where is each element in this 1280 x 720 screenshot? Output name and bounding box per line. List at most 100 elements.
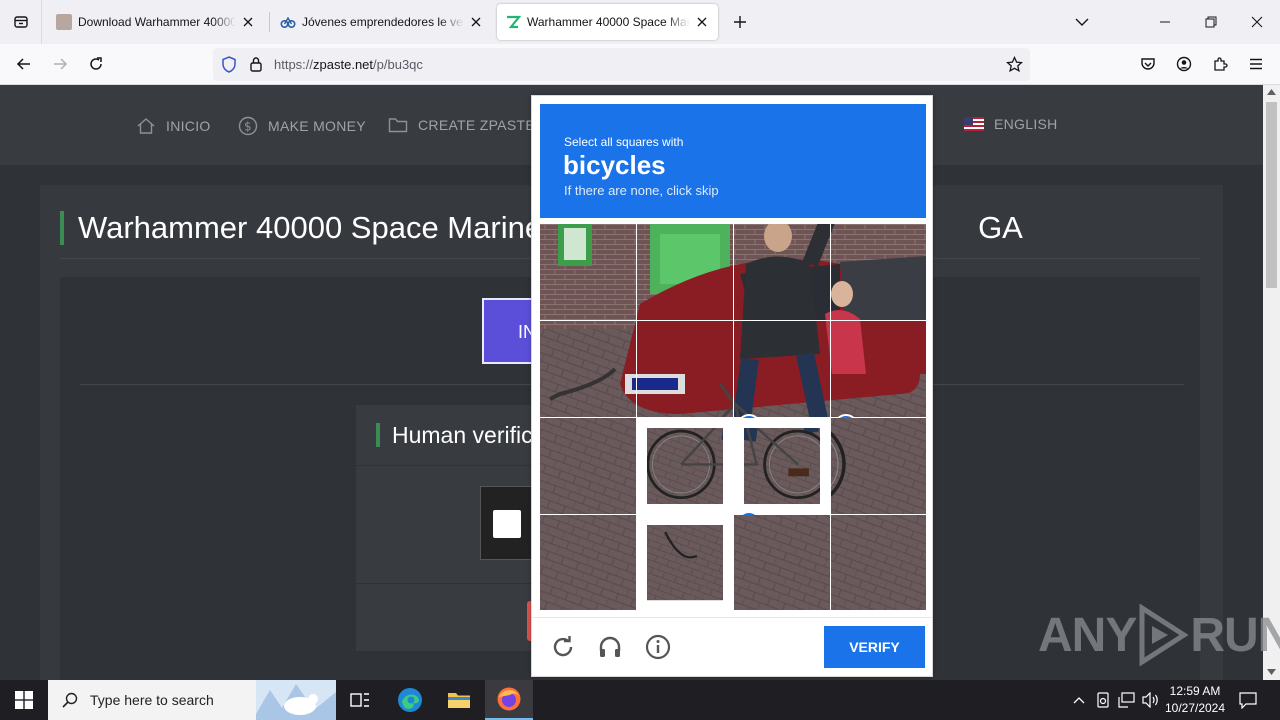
divider: [532, 617, 932, 618]
pocket-button[interactable]: [1134, 50, 1162, 78]
taskbar-search-box[interactable]: Type here to search: [48, 680, 336, 720]
notifications-button[interactable]: [1234, 680, 1262, 720]
forward-button[interactable]: [46, 50, 74, 78]
app-menu-button[interactable]: [1242, 50, 1270, 78]
captcha-tile[interactable]: [637, 224, 733, 320]
captcha-tile[interactable]: [734, 418, 830, 514]
captcha-tile[interactable]: [831, 321, 927, 417]
captcha-tile[interactable]: [637, 321, 733, 417]
tray-app-button[interactable]: [1092, 680, 1114, 720]
url-bar[interactable]: https://zpaste.net/p/bu3qc: [213, 48, 1030, 81]
info-button[interactable]: [644, 633, 672, 661]
minimize-button[interactable]: [1142, 0, 1188, 44]
audio-challenge-button[interactable]: [596, 633, 624, 661]
restore-button[interactable]: [1188, 0, 1234, 44]
nav-make-money[interactable]: $ MAKE MONEY: [238, 116, 366, 136]
site-favicon-icon: [280, 14, 296, 30]
new-tab-button[interactable]: [728, 10, 752, 34]
tab-list-button[interactable]: [0, 0, 42, 44]
close-tab-icon[interactable]: [694, 14, 710, 30]
scrollbar-thumb[interactable]: [1266, 102, 1277, 288]
captcha-tile-image: [647, 525, 723, 601]
reload-button[interactable]: [82, 50, 110, 78]
captcha-tile[interactable]: [734, 515, 830, 611]
edge-taskbar-button[interactable]: [386, 680, 434, 720]
tab-jovenes[interactable]: Jóvenes emprendedores le venden: [272, 4, 492, 40]
tab-separator: [269, 12, 270, 32]
lock-icon[interactable]: [249, 56, 263, 77]
tab-warhammer-active[interactable]: Warhammer 40000 Space Marine: [497, 4, 718, 40]
close-window-button[interactable]: [1234, 0, 1280, 44]
account-button[interactable]: [1170, 50, 1198, 78]
captcha-tile-image: [734, 321, 830, 417]
start-button[interactable]: [0, 680, 48, 720]
network-button[interactable]: [1116, 680, 1138, 720]
captcha-checkbox[interactable]: [493, 510, 521, 538]
clock-time: 12:59 AM: [1169, 684, 1221, 698]
plus-icon: [734, 16, 746, 28]
url-text[interactable]: https://zpaste.net/p/bu3qc: [274, 57, 423, 72]
page-scrollbar[interactable]: [1263, 85, 1280, 680]
url-domain: zpaste.net: [313, 57, 374, 72]
captcha-tile[interactable]: [540, 418, 636, 514]
task-view-button[interactable]: [336, 680, 384, 720]
back-button[interactable]: [10, 50, 38, 78]
minimize-icon: [1160, 21, 1170, 23]
captcha-tile[interactable]: [637, 418, 733, 514]
captcha-tile-image: [734, 515, 830, 611]
captcha-tile[interactable]: [540, 224, 636, 320]
search-icon: [62, 692, 78, 708]
tracking-shield-icon[interactable]: [221, 56, 237, 78]
refresh-icon: [553, 636, 573, 657]
url-prefix: https://: [274, 57, 314, 72]
refresh-challenge-button[interactable]: [549, 633, 577, 661]
system-clock[interactable]: 12:59 AM 10/27/2024: [1158, 683, 1232, 717]
captcha-tile[interactable]: [831, 418, 927, 514]
nav-create-zpaste[interactable]: CREATE ZPASTE: [388, 116, 535, 134]
pocket-icon: [1141, 58, 1155, 70]
scroll-up-icon[interactable]: [1267, 89, 1276, 95]
close-tab-icon[interactable]: [240, 14, 256, 30]
verify-button[interactable]: VERIFY: [824, 626, 925, 668]
captcha-tile[interactable]: [637, 515, 733, 611]
bookmark-star-icon[interactable]: [1005, 55, 1024, 78]
show-hidden-icons-button[interactable]: [1068, 680, 1090, 720]
url-path: /p/bu3qc: [373, 57, 423, 72]
windows-logo-icon: [15, 691, 33, 709]
captcha-tile-image: [637, 321, 733, 417]
captcha-image-grid: [540, 224, 927, 611]
captcha-tile[interactable]: [540, 321, 636, 417]
nav-inicio[interactable]: INICIO: [136, 116, 211, 136]
captcha-tile[interactable]: [540, 515, 636, 611]
tab-strip: Download Warhammer 40000 Space Marine Jó…: [0, 0, 1280, 44]
captcha-tile-image: [647, 428, 723, 504]
extensions-button[interactable]: [1206, 50, 1234, 78]
nav-label: INICIO: [166, 118, 211, 134]
captcha-tile-image: [734, 224, 830, 320]
firefox-taskbar-button[interactable]: [485, 680, 533, 720]
tab-title: Warhammer 40000 Space Marine: [527, 15, 690, 29]
captcha-tile[interactable]: [831, 515, 927, 611]
folder-icon: [448, 693, 470, 708]
nav-english[interactable]: ENGLISH: [964, 116, 1058, 132]
zpaste-favicon-icon: [505, 14, 522, 30]
tray-app-icon: [1097, 692, 1109, 708]
captcha-tile-image: [831, 224, 927, 320]
search-highlight-illustration-icon: [256, 680, 336, 720]
captcha-target-word: bicycles: [563, 150, 666, 180]
info-icon: [645, 634, 671, 660]
captcha-tile[interactable]: [734, 321, 830, 417]
list-all-tabs-button[interactable]: [1059, 0, 1105, 44]
captcha-tile[interactable]: [734, 224, 830, 320]
task-view-icon: [350, 693, 369, 707]
file-explorer-taskbar-button[interactable]: [435, 680, 483, 720]
puzzle-icon: [1214, 57, 1228, 71]
close-tab-icon[interactable]: [468, 14, 484, 30]
captcha-skip-hint: If there are none, click skip: [564, 183, 719, 198]
nav-label: MAKE MONEY: [268, 118, 366, 134]
account-icon: [1176, 56, 1192, 72]
captcha-tile-image: [744, 428, 820, 504]
captcha-tile[interactable]: [831, 224, 927, 320]
scroll-down-icon[interactable]: [1267, 669, 1276, 675]
tab-download-warhammer[interactable]: Download Warhammer 40000 Space Marine: [48, 4, 264, 40]
